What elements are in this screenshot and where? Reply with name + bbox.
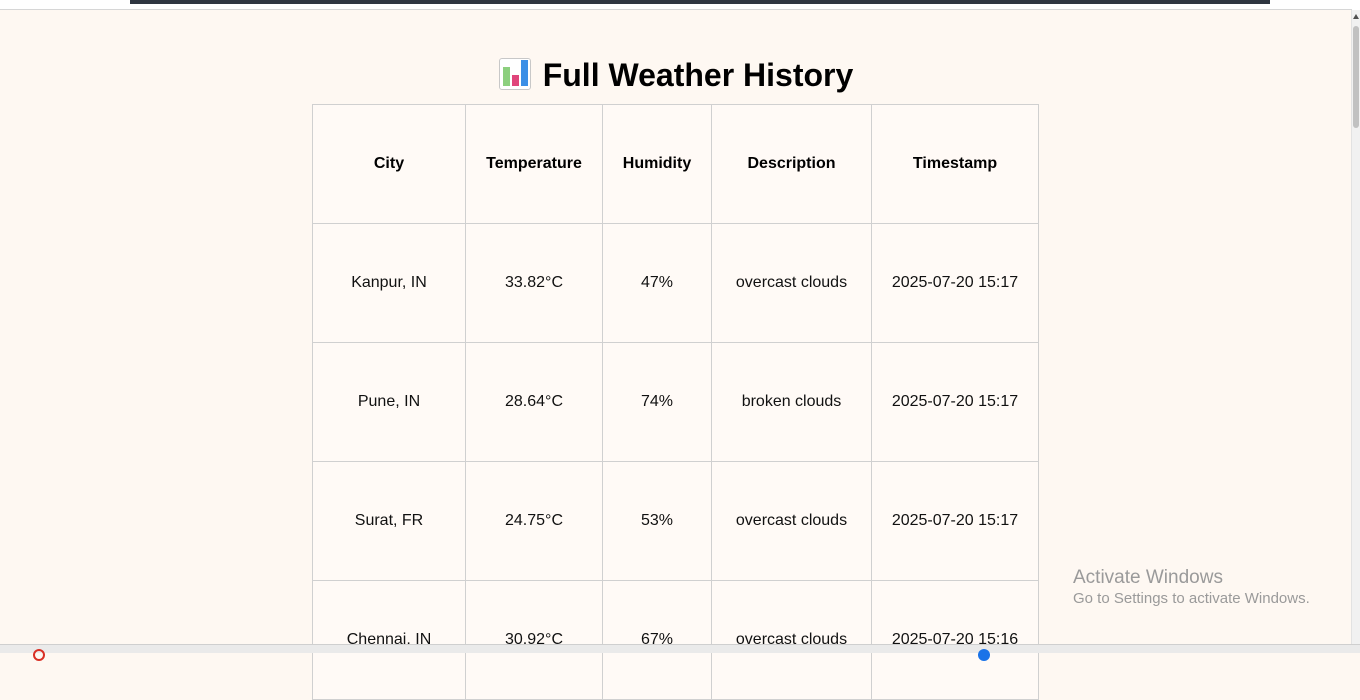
cell-humidity: 74% xyxy=(602,342,712,462)
table-row: Chennai, IN 30.92°C 67% overcast clouds … xyxy=(312,580,1039,700)
watermark-title: Activate Windows xyxy=(1073,567,1223,588)
cell-timestamp: 2025-07-20 15:16 xyxy=(871,580,1039,700)
table-row: Surat, FR 24.75°C 53% overcast clouds 20… xyxy=(312,461,1039,581)
cell-city: Chennai, IN xyxy=(312,580,466,700)
cell-timestamp: 2025-07-20 15:17 xyxy=(871,461,1039,581)
cell-humidity: 53% xyxy=(602,461,712,581)
table-row: Pune, IN 28.64°C 74% broken clouds 2025-… xyxy=(312,342,1039,462)
cell-humidity: 47% xyxy=(602,223,712,343)
table-header-row: City Temperature Humidity Description Ti… xyxy=(312,104,1039,224)
scrollbar-thumb[interactable] xyxy=(1353,26,1359,128)
header-timestamp: Timestamp xyxy=(871,104,1039,224)
watermark-subtitle: Go to Settings to activate Windows. xyxy=(1073,590,1310,607)
cell-city: Surat, FR xyxy=(312,461,466,581)
cell-city: Kanpur, IN xyxy=(312,223,466,343)
cell-description: overcast clouds xyxy=(711,223,872,343)
cell-description: overcast clouds xyxy=(711,580,872,700)
table-row: Kanpur, IN 33.82°C 47% overcast clouds 2… xyxy=(312,223,1039,343)
page-title: Full Weather History xyxy=(0,55,1352,95)
cell-timestamp: 2025-07-20 15:17 xyxy=(871,342,1039,462)
browser-top-strip xyxy=(0,0,1360,10)
cell-temperature: 30.92°C xyxy=(465,580,603,700)
activate-windows-watermark: Activate Windows Go to Settings to activ… xyxy=(1073,566,1310,609)
page-title-text: Full Weather History xyxy=(542,57,854,94)
cell-description: broken clouds xyxy=(711,342,872,462)
vertical-scrollbar[interactable] xyxy=(1351,10,1360,644)
app-icon[interactable] xyxy=(978,649,990,661)
cell-humidity: 67% xyxy=(602,580,712,700)
cell-city: Pune, IN xyxy=(312,342,466,462)
bar-chart-icon xyxy=(498,58,531,91)
header-city: City xyxy=(312,104,466,224)
cell-description: overcast clouds xyxy=(711,461,872,581)
cell-temperature: 33.82°C xyxy=(465,223,603,343)
record-icon[interactable] xyxy=(33,649,45,661)
header-humidity: Humidity xyxy=(602,104,712,224)
cell-temperature: 28.64°C xyxy=(465,342,603,462)
weather-history-table: City Temperature Humidity Description Ti… xyxy=(312,104,1039,700)
cell-temperature: 24.75°C xyxy=(465,461,603,581)
browser-divider xyxy=(0,9,1352,10)
header-description: Description xyxy=(711,104,872,224)
browser-tab-strip xyxy=(130,0,1270,4)
scroll-up-arrow-icon[interactable] xyxy=(1353,14,1359,19)
header-temperature: Temperature xyxy=(465,104,603,224)
cell-timestamp: 2025-07-20 15:17 xyxy=(871,223,1039,343)
